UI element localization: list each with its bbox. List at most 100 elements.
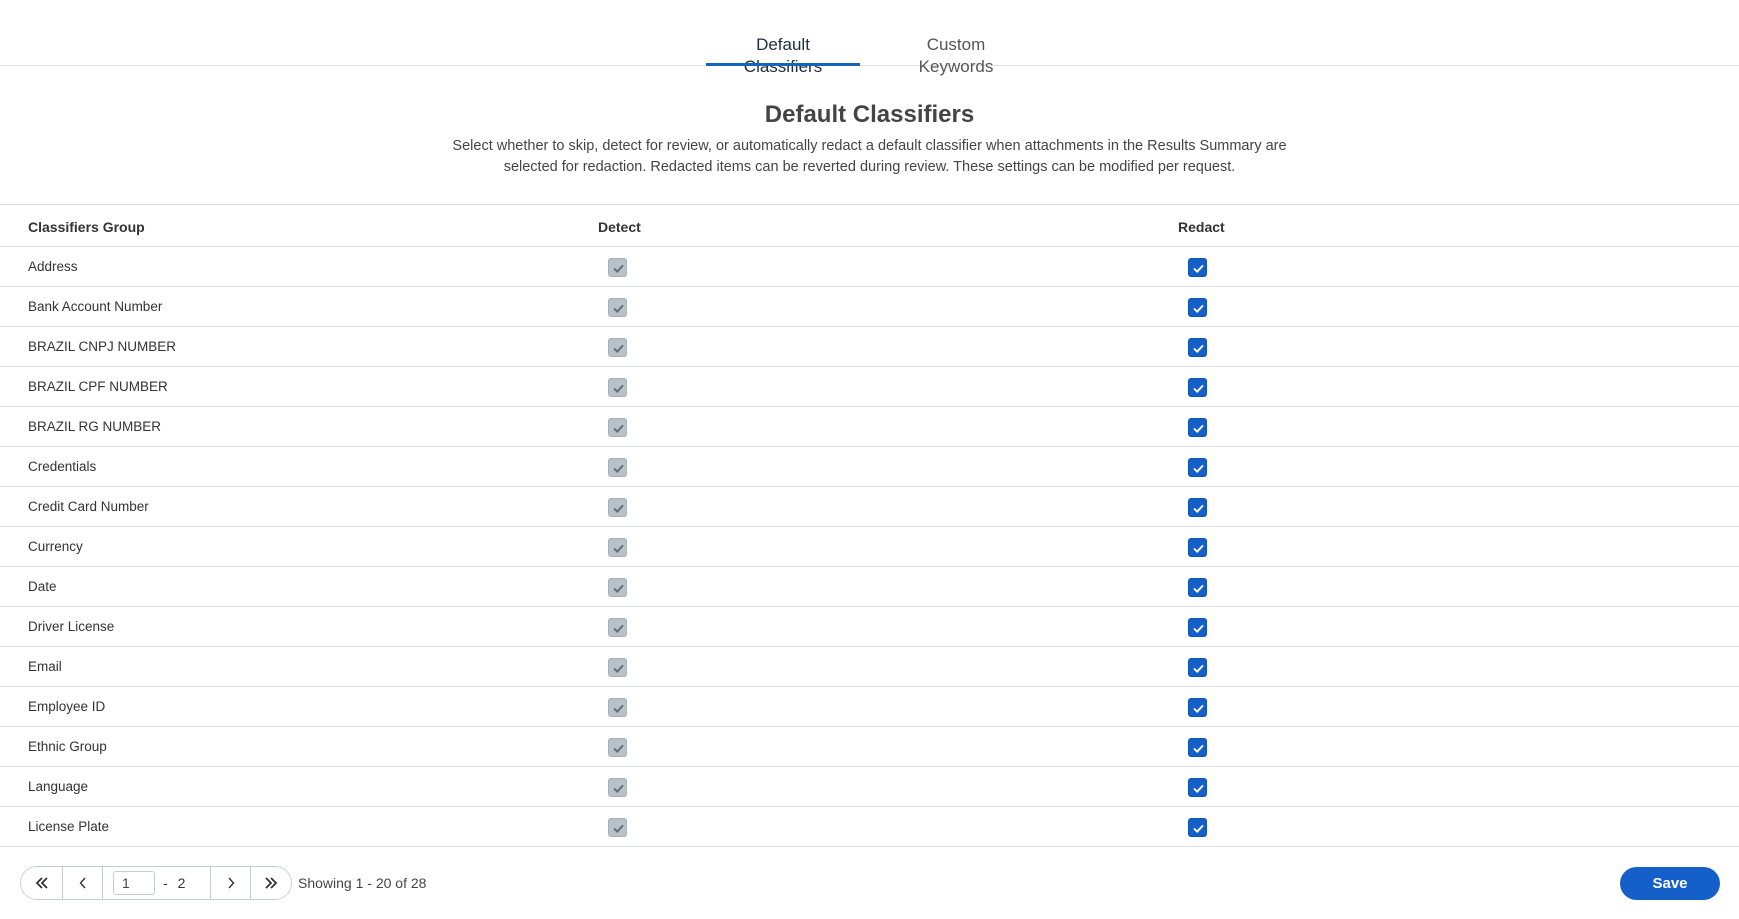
detect-checkbox[interactable] — [608, 778, 627, 797]
checkmark-icon — [613, 704, 624, 713]
checkmark-icon — [1193, 344, 1204, 353]
redact-checkbox[interactable] — [1188, 498, 1207, 517]
redact-checkbox[interactable] — [1188, 618, 1207, 637]
detect-checkbox[interactable] — [608, 298, 627, 317]
detect-checkbox[interactable] — [608, 458, 627, 477]
table-row: Employee ID — [0, 687, 1739, 727]
page-header: Default Classifiers Select whether to sk… — [0, 100, 1739, 178]
checkmark-icon — [613, 384, 624, 393]
table-row: Address — [0, 247, 1739, 287]
double-chevron-right-icon — [265, 877, 278, 889]
page-separator: - — [163, 875, 168, 891]
checkmark-icon — [1193, 544, 1204, 553]
table-row: Ethnic Group — [0, 727, 1739, 767]
next-page-button[interactable] — [211, 867, 251, 899]
first-page-button[interactable] — [21, 867, 63, 899]
detect-checkbox[interactable] — [608, 818, 627, 837]
tab-bar: Default Classifiers Custom Keywords — [0, 0, 1739, 76]
double-chevron-left-icon — [35, 877, 48, 889]
table-row: BRAZIL RG NUMBER — [0, 407, 1739, 447]
detect-checkbox[interactable] — [608, 698, 627, 717]
detect-checkbox[interactable] — [608, 378, 627, 397]
detect-checkbox[interactable] — [608, 538, 627, 557]
redact-checkbox[interactable] — [1188, 338, 1207, 357]
table-row: Driver License — [0, 607, 1739, 647]
checkmark-icon — [1193, 264, 1204, 273]
page-selector: - 2 — [103, 867, 211, 899]
classifier-name: License Plate — [28, 819, 110, 834]
redact-checkbox[interactable] — [1188, 698, 1207, 717]
redact-checkbox[interactable] — [1188, 818, 1207, 837]
detect-checkbox[interactable] — [608, 618, 627, 637]
checkmark-icon — [613, 744, 624, 753]
checkmark-icon — [1193, 424, 1204, 433]
table-row: Date — [0, 567, 1739, 607]
checkmark-icon — [1193, 384, 1204, 393]
table-row: Bank Account Number — [0, 287, 1739, 327]
checkmark-icon — [613, 464, 624, 473]
redact-checkbox[interactable] — [1188, 458, 1207, 477]
tab-custom-keywords[interactable]: Custom Keywords — [880, 34, 1032, 76]
checkmark-icon — [613, 424, 624, 433]
checkmark-icon — [1193, 464, 1204, 473]
classifier-name: BRAZIL CPF NUMBER — [28, 379, 168, 394]
previous-page-button[interactable] — [63, 867, 103, 899]
checkmark-icon — [1193, 784, 1204, 793]
page-description: Select whether to skip, detect for revie… — [452, 138, 1287, 175]
detect-checkbox[interactable] — [608, 338, 627, 357]
detect-checkbox[interactable] — [608, 418, 627, 437]
checkmark-icon — [613, 344, 624, 353]
checkmark-icon — [613, 264, 624, 273]
checkmark-icon — [613, 824, 624, 833]
checkmark-icon — [1193, 744, 1204, 753]
detect-checkbox[interactable] — [608, 738, 627, 757]
redact-checkbox[interactable] — [1188, 538, 1207, 557]
checkmark-icon — [1193, 584, 1204, 593]
classifier-name: Currency — [28, 539, 83, 554]
detect-checkbox[interactable] — [608, 258, 627, 277]
redact-checkbox[interactable] — [1188, 738, 1207, 757]
redact-checkbox[interactable] — [1188, 418, 1207, 437]
checkmark-icon — [1193, 304, 1204, 313]
classifier-name: Credit Card Number — [28, 499, 149, 514]
table-row: Currency — [0, 527, 1739, 567]
column-header-detect: Detect — [598, 219, 641, 235]
column-header-redact: Redact — [1178, 219, 1225, 235]
table-row: Credit Card Number — [0, 487, 1739, 527]
column-header-classifiers-group: Classifiers Group — [28, 219, 145, 235]
detect-checkbox[interactable] — [608, 658, 627, 677]
checkmark-icon — [613, 784, 624, 793]
page-number-input[interactable] — [113, 871, 155, 895]
redact-checkbox[interactable] — [1188, 578, 1207, 597]
checkmark-icon — [613, 624, 624, 633]
redact-checkbox[interactable] — [1188, 778, 1207, 797]
table-row: Language — [0, 767, 1739, 807]
table-row: Email — [0, 647, 1739, 687]
checkmark-icon — [613, 664, 624, 673]
last-page-button[interactable] — [251, 867, 291, 899]
save-button[interactable]: Save — [1620, 867, 1720, 900]
tab-default-classifiers[interactable]: Default Classifiers — [706, 34, 860, 76]
checkmark-icon — [1193, 664, 1204, 673]
checkmark-icon — [613, 304, 624, 313]
redact-checkbox[interactable] — [1188, 298, 1207, 317]
page-title: Default Classifiers — [764, 101, 975, 128]
classifier-name: Address — [28, 259, 78, 274]
classifier-name: Driver License — [28, 619, 115, 634]
redact-checkbox[interactable] — [1188, 378, 1207, 397]
classifier-name: BRAZIL CNPJ NUMBER — [28, 339, 177, 354]
detect-checkbox[interactable] — [608, 498, 627, 517]
redact-checkbox[interactable] — [1188, 258, 1207, 277]
classifier-name: Ethnic Group — [28, 739, 107, 754]
checkmark-icon — [1193, 624, 1204, 633]
total-pages: 2 — [177, 875, 186, 891]
classifier-name: BRAZIL RG NUMBER — [28, 419, 162, 434]
checkmark-icon — [613, 584, 624, 593]
showing-count: Showing 1 - 20 of 28 — [298, 875, 427, 891]
classifier-name: Bank Account Number — [28, 299, 163, 314]
detect-checkbox[interactable] — [608, 578, 627, 597]
classifier-name: Employee ID — [28, 699, 106, 714]
classifier-name: Credentials — [28, 459, 97, 474]
classifiers-table: Classifiers Group Detect Redact Address B… — [0, 204, 1739, 847]
redact-checkbox[interactable] — [1188, 658, 1207, 677]
